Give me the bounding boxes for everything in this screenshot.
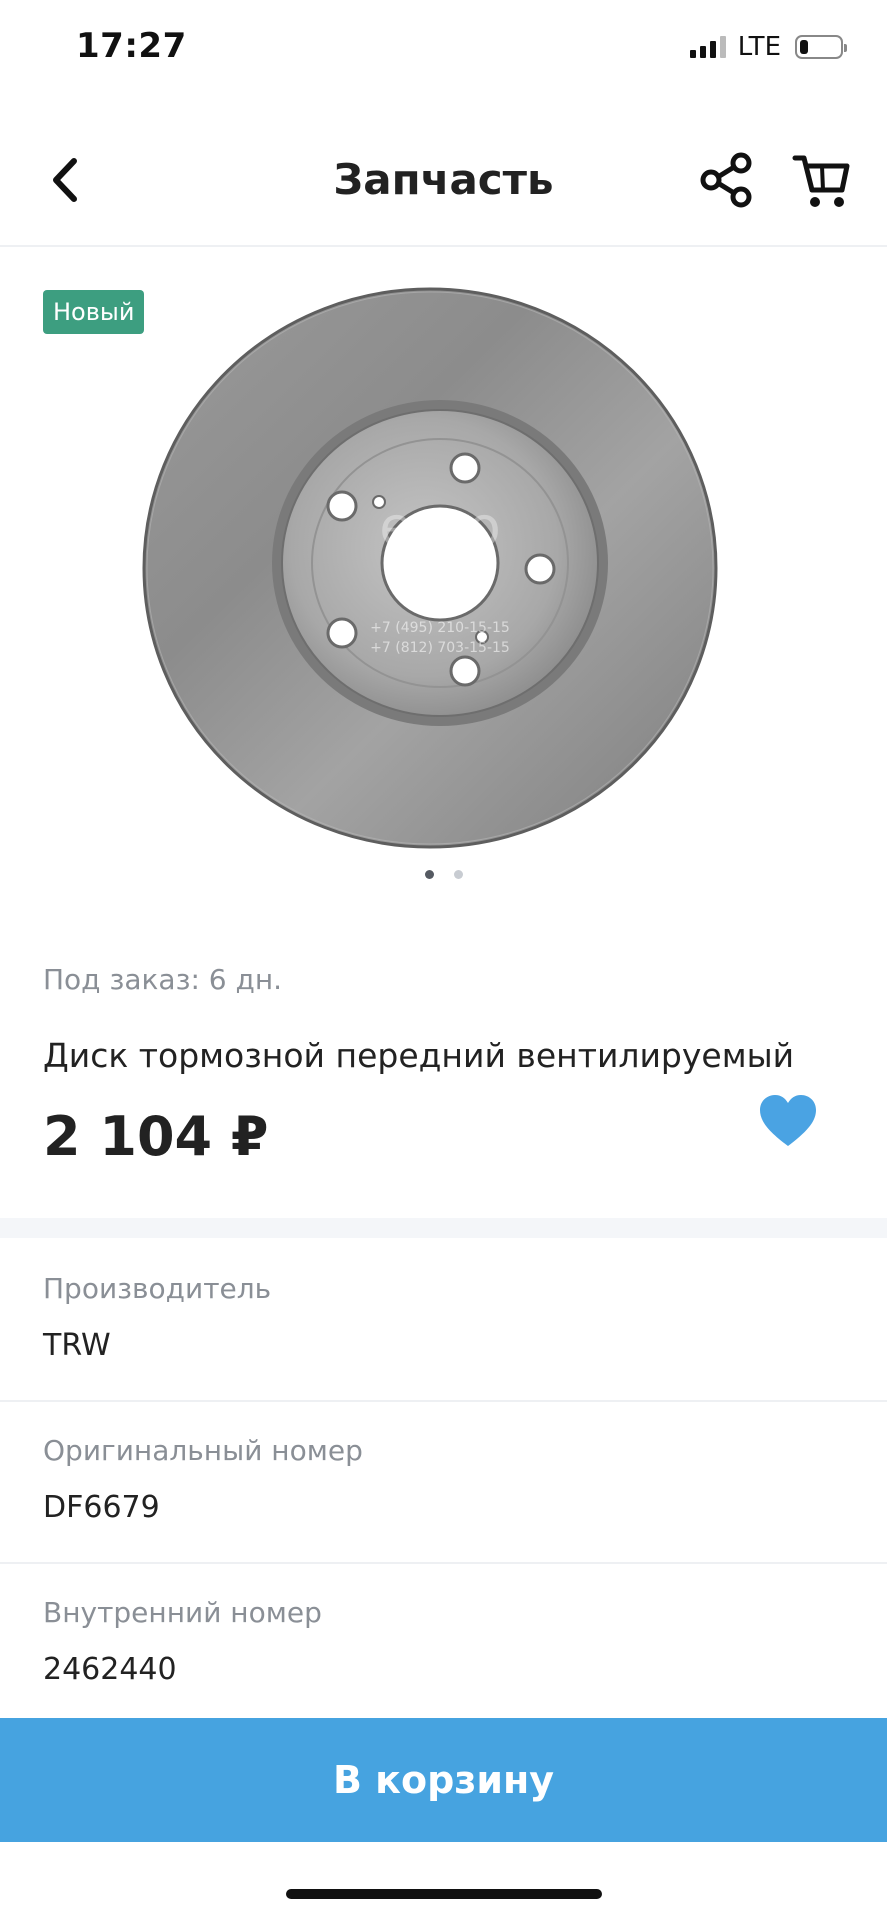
product-title: Диск тормозной передний вентилируемый (43, 1036, 795, 1075)
product-price: 2 104 ₽ (43, 1105, 269, 1168)
product-gallery[interactable]: Новый euro +7 (495) 210-15-15 +7 (812) 7… (0, 247, 887, 907)
availability-text: Под заказ: 6 дн. (43, 963, 283, 996)
condition-badge: Новый (43, 290, 145, 334)
attribute-row-manufacturer: Производитель TRW (0, 1238, 887, 1402)
attribute-row-original-number: Оригинальный номер DF6679 (0, 1400, 887, 1564)
watermark-logo: euro (379, 495, 501, 558)
attribute-label: Внутренний номер (43, 1596, 322, 1629)
battery-icon (795, 35, 847, 59)
attribute-value: TRW (43, 1328, 111, 1363)
attribute-value: DF6679 (43, 1490, 160, 1525)
network-label: LTE (737, 32, 781, 62)
brake-disc-image[interactable]: euro +7 (495) 210-15-15 +7 (812) 703-15-… (140, 287, 720, 849)
attribute-value: 2462440 (43, 1652, 177, 1687)
cart-icon[interactable] (792, 148, 852, 212)
gallery-pagination (0, 870, 887, 879)
share-icon[interactable] (698, 150, 754, 210)
attribute-label: Оригинальный номер (43, 1434, 363, 1467)
signal-icon (689, 36, 726, 58)
gallery-dot[interactable] (424, 870, 434, 879)
section-separator (0, 1218, 887, 1238)
watermark-phone-1: +7 (495) 210-15-15 (370, 620, 510, 636)
status-indicators: LTE (689, 32, 847, 62)
attribute-row-internal-number: Внутренний номер 2462440 (0, 1562, 887, 1724)
nav-bar: Запчасть (0, 130, 887, 247)
status-bar: 17:27 LTE (0, 0, 887, 95)
add-to-cart-button[interactable]: В корзину (0, 1718, 887, 1842)
attribute-label: Производитель (43, 1272, 272, 1305)
gallery-dot[interactable] (453, 870, 463, 879)
watermark-phone-2: +7 (812) 703-15-15 (370, 640, 510, 656)
status-time: 17:27 (76, 26, 187, 66)
home-indicator[interactable] (286, 1889, 602, 1899)
heart-icon[interactable] (758, 1093, 818, 1149)
